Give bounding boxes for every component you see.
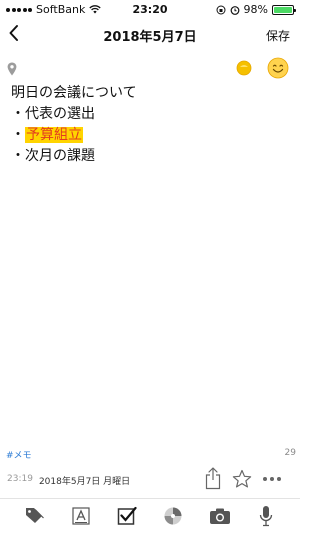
note-line: ・次月の課題 bbox=[11, 148, 95, 164]
checkbox-icon[interactable] bbox=[116, 505, 138, 527]
note-body[interactable]: 明日の会議について ・代表の選出 ・予算組立 ・次月の課題 bbox=[11, 83, 291, 167]
status-right: 98% bbox=[216, 3, 296, 16]
share-icon[interactable] bbox=[204, 466, 222, 492]
star-icon[interactable] bbox=[232, 469, 252, 495]
page-title: 2018年5月7日 bbox=[103, 30, 197, 45]
tag-link[interactable]: #メモ bbox=[6, 448, 32, 461]
entry-date: 2018年5月7日 月曜日 bbox=[38, 477, 131, 487]
entry-time: 23:19 bbox=[7, 474, 33, 484]
orientation-lock-icon bbox=[216, 5, 226, 15]
text-format-icon[interactable] bbox=[70, 505, 92, 527]
note-line: 明日の会議について bbox=[11, 85, 137, 101]
smile-icon[interactable] bbox=[267, 57, 289, 79]
character-count: 29 bbox=[284, 448, 296, 458]
status-bar: SoftBank 23:20 98% bbox=[0, 0, 300, 20]
sticker-icon[interactable] bbox=[162, 505, 184, 527]
tag-icon[interactable] bbox=[23, 505, 45, 527]
date-row: 23:19 2018年5月7日 月曜日 bbox=[7, 474, 130, 487]
camera-icon[interactable] bbox=[209, 505, 231, 527]
highlighted-text: 予算組立 bbox=[25, 127, 83, 143]
battery-icon bbox=[272, 4, 296, 15]
microphone-icon[interactable] bbox=[255, 505, 277, 527]
battery-percent: 98% bbox=[243, 3, 268, 16]
location-pin-icon[interactable] bbox=[7, 62, 17, 76]
alarm-icon bbox=[230, 5, 240, 15]
mood-icon[interactable] bbox=[236, 60, 252, 76]
nav-bar: 2018年5月7日 保存 bbox=[0, 20, 300, 50]
save-button[interactable]: 保存 bbox=[266, 27, 290, 44]
note-line: ・予算組立 bbox=[11, 125, 291, 146]
toolbar-divider bbox=[0, 498, 300, 499]
note-line: ・代表の選出 bbox=[11, 106, 95, 122]
bullet: ・ bbox=[11, 127, 25, 143]
